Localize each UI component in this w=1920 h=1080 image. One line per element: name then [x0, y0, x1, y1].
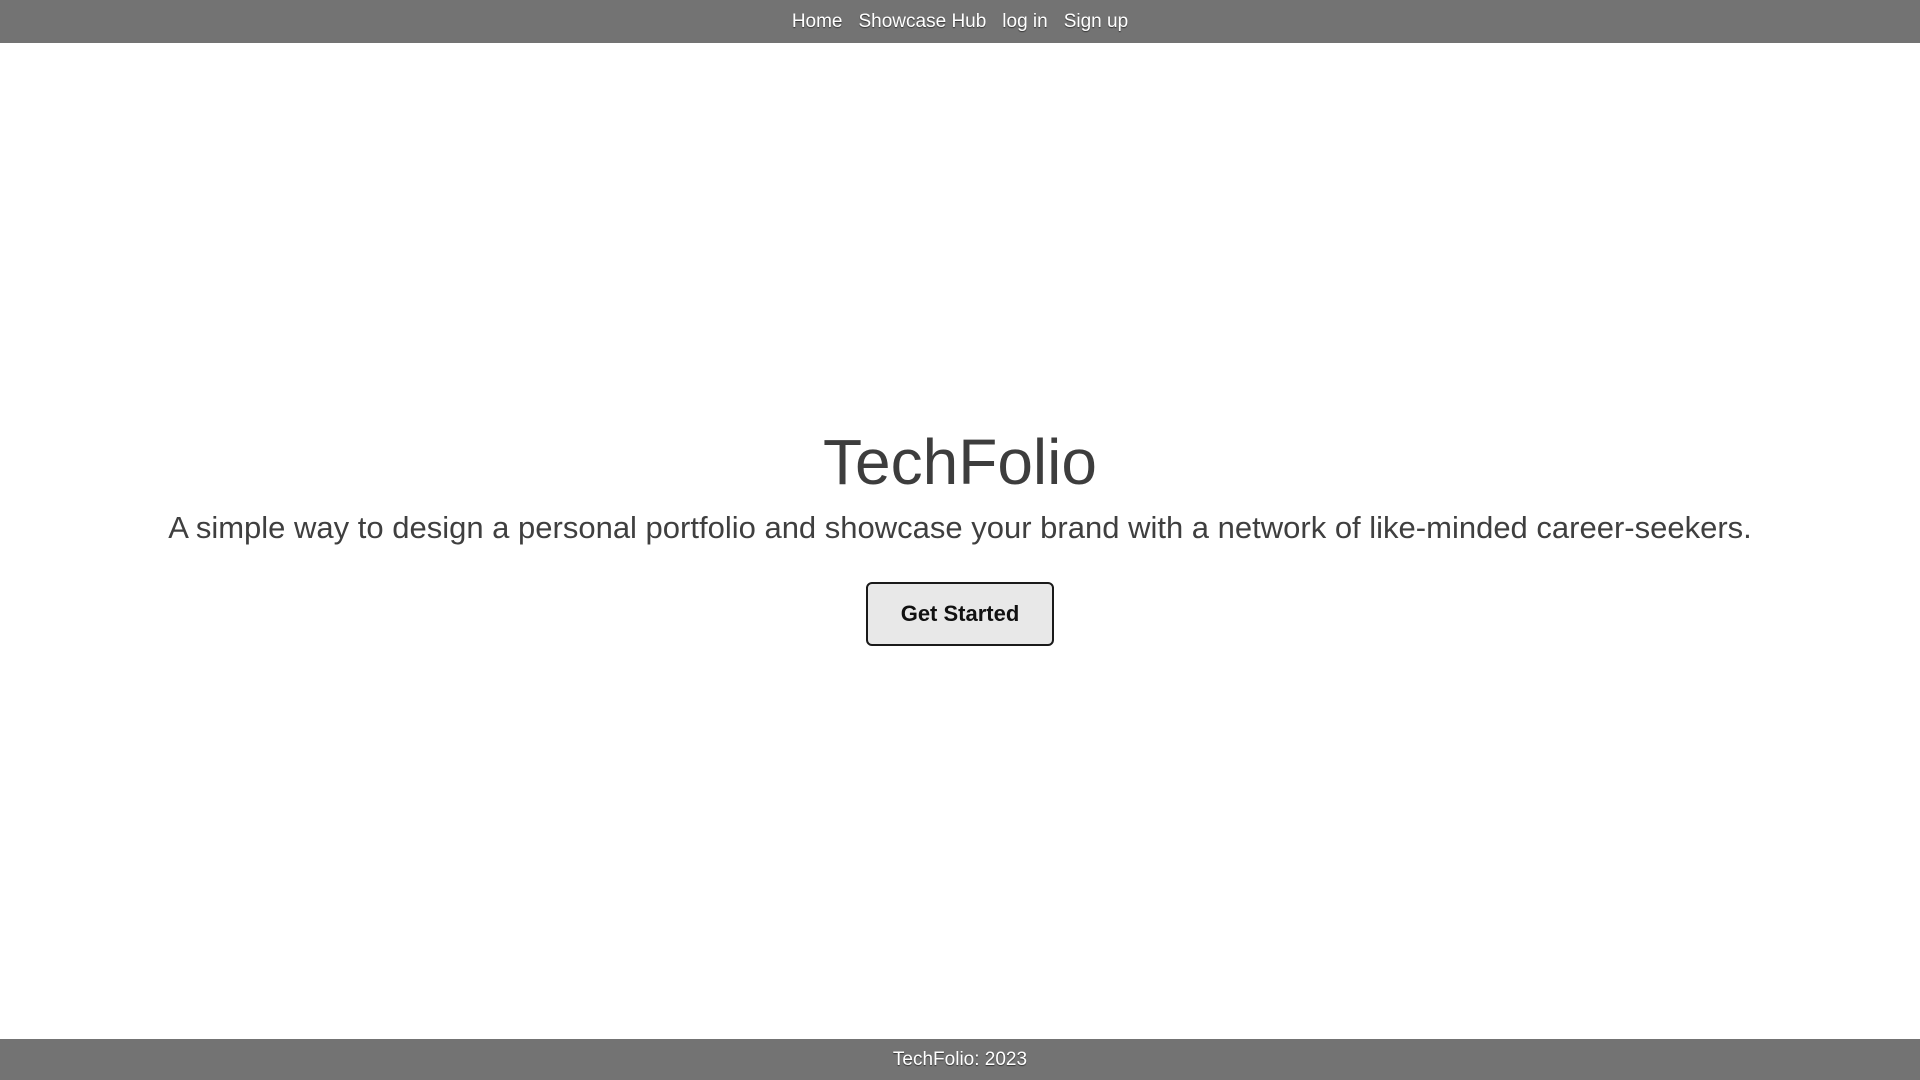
hero-subtitle: A simple way to design a personal portfo…: [168, 510, 1752, 545]
hero-title: TechFolio: [823, 426, 1097, 498]
nav-link-log-in[interactable]: log in: [1002, 11, 1047, 33]
get-started-button[interactable]: Get Started: [866, 582, 1054, 646]
nav-link-sign-up[interactable]: Sign up: [1064, 11, 1128, 33]
page: Home Showcase Hub log in Sign up TechFol…: [0, 0, 1920, 1080]
nav-link-home[interactable]: Home: [792, 11, 843, 33]
top-navigation-bar: Home Showcase Hub log in Sign up: [0, 0, 1920, 43]
hero-section: TechFolio A simple way to design a perso…: [0, 420, 1920, 646]
footer-bar: TechFolio: 2023: [0, 1039, 1920, 1080]
nav-link-showcase-hub[interactable]: Showcase Hub: [859, 11, 987, 33]
footer-text: TechFolio: 2023: [892, 1048, 1028, 1070]
